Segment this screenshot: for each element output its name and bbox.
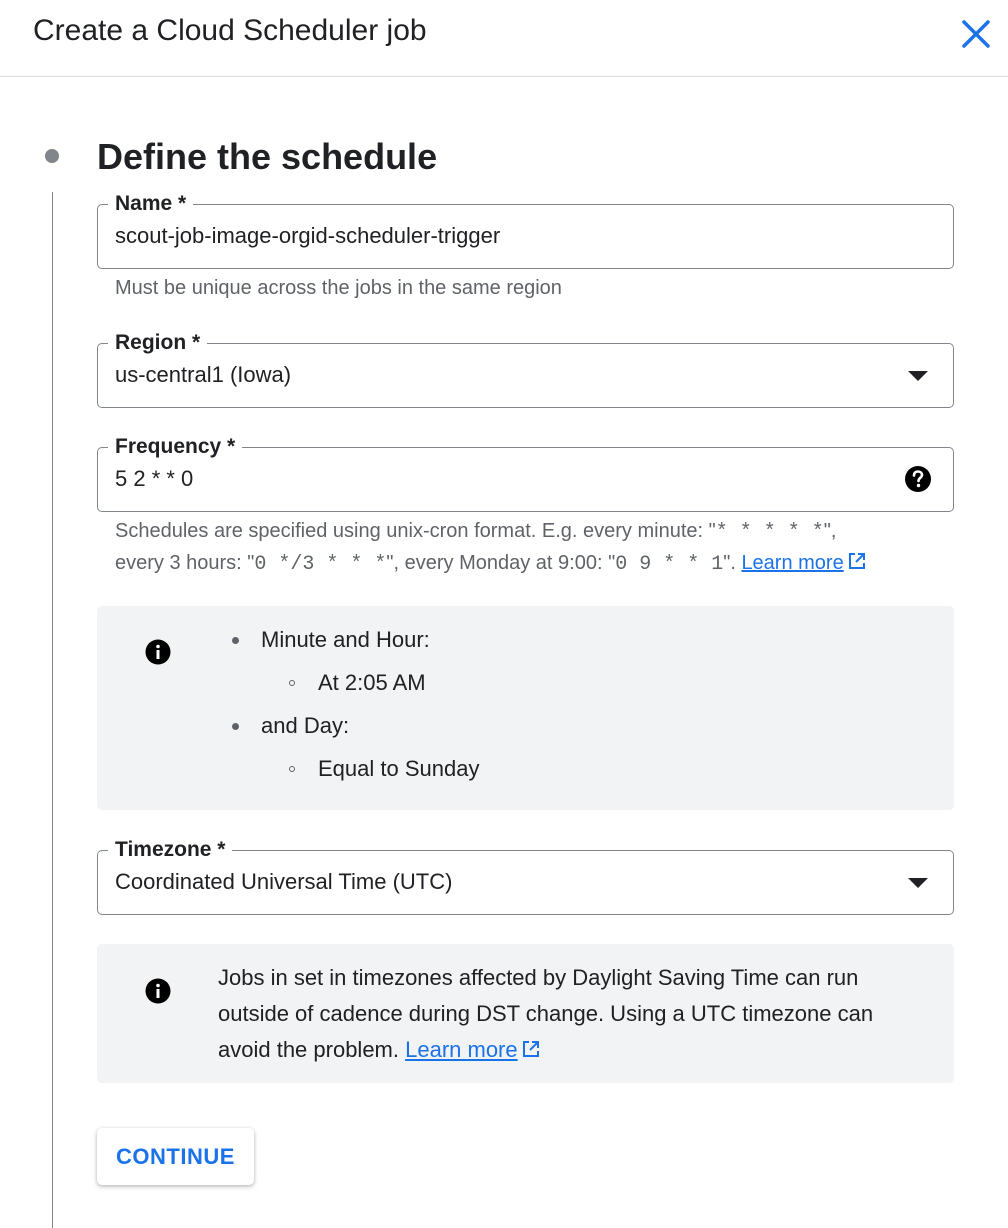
- step-indicator-dot: [45, 149, 59, 163]
- dst-warning-message: Jobs in set in timezones affected by Day…: [218, 965, 874, 1062]
- cron-example-monday: 0 9 * * 1: [615, 553, 724, 576]
- dst-learn-more-link[interactable]: Learn more: [405, 1037, 518, 1062]
- hint-text: Schedules are specified using unix-cron …: [115, 520, 716, 542]
- close-button[interactable]: [956, 14, 996, 54]
- name-field[interactable]: Name * scout-job-image-orgid-scheduler-t…: [97, 192, 954, 269]
- hint-text: ".: [723, 552, 742, 574]
- continue-button[interactable]: CONTINUE: [97, 1128, 254, 1185]
- hint-text: ", every Monday at 9:00: ": [386, 552, 616, 574]
- region-field-label: Region *: [108, 331, 208, 355]
- region-select[interactable]: Region * us-central1 (Iowa): [97, 331, 954, 408]
- info-icon: [145, 978, 171, 1004]
- bullet-dot: [232, 723, 239, 730]
- frequency-field-label: Frequency *: [108, 435, 243, 459]
- bullet-ring: [289, 766, 295, 772]
- hint-text: ",: [823, 520, 837, 542]
- schedule-minute-hour-value: At 2:05 AM: [318, 670, 426, 695]
- external-link-icon: [522, 1041, 539, 1057]
- learn-more-link[interactable]: Learn more: [741, 552, 843, 574]
- frequency-input-value[interactable]: 5 2 * * 0: [115, 466, 193, 492]
- timezone-select[interactable]: Timezone * Coordinated Universal Time (U…: [97, 838, 954, 915]
- timezone-field-label: Timezone *: [108, 838, 233, 862]
- schedule-day-value: Equal to Sunday: [318, 756, 480, 781]
- dialog-header: Create a Cloud Scheduler job: [0, 0, 1008, 77]
- frequency-field[interactable]: Frequency * 5 2 * * 0: [97, 435, 954, 512]
- name-field-label: Name *: [108, 192, 194, 216]
- bullet-dot: [232, 637, 239, 644]
- dst-warning-box: Jobs in set in timezones affected by Day…: [97, 944, 954, 1083]
- name-field-hint: Must be unique across the jobs in the sa…: [115, 277, 562, 299]
- schedule-day-label: and Day:: [261, 713, 350, 738]
- schedule-minute-hour-label: Minute and Hour:: [261, 627, 430, 652]
- dialog-title: Create a Cloud Scheduler job: [33, 14, 427, 47]
- region-select-value: us-central1 (Iowa): [115, 362, 292, 387]
- cron-example-every-minute: * * * * *: [715, 521, 824, 544]
- dropdown-arrow-icon[interactable]: [908, 878, 928, 888]
- step-connector-line: [52, 192, 53, 1228]
- frequency-field-hint: Schedules are specified using unix-cron …: [115, 516, 935, 580]
- bullet-ring: [289, 680, 295, 686]
- dropdown-arrow-icon[interactable]: [908, 371, 928, 381]
- name-input-value[interactable]: scout-job-image-orgid-scheduler-trigger: [115, 223, 500, 249]
- cron-example-every-3-hours: 0 */3 * * *: [254, 553, 387, 576]
- step-title: Define the schedule: [97, 136, 438, 177]
- external-link-icon: [848, 553, 865, 569]
- help-icon[interactable]: [904, 465, 932, 493]
- dst-warning-text: Jobs in set in timezones affected by Day…: [218, 960, 928, 1068]
- hint-text: every 3 hours: ": [115, 552, 255, 574]
- timezone-select-value: Coordinated Universal Time (UTC): [115, 869, 453, 894]
- close-icon: [962, 20, 990, 48]
- schedule-summary-box: Minute and Hour: At 2:05 AM and Day: Equ…: [97, 606, 954, 810]
- info-icon: [145, 639, 171, 665]
